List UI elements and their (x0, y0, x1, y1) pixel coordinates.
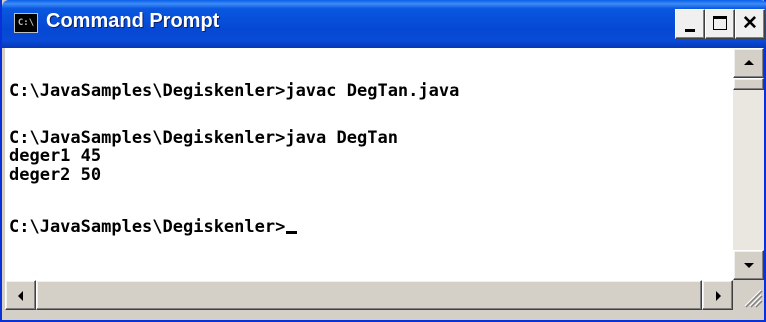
close-icon: ✕ (742, 13, 758, 34)
scroll-up-button[interactable] (733, 48, 764, 78)
vertical-scrollbar[interactable] (733, 48, 764, 280)
scroll-left-button[interactable] (5, 280, 36, 310)
left-arrow-icon (18, 291, 23, 301)
command-prompt-icon[interactable]: C:\ (14, 13, 38, 33)
maximize-icon (713, 16, 727, 30)
right-arrow-icon (716, 291, 721, 301)
resize-grip[interactable] (733, 280, 764, 310)
up-arrow-icon (744, 60, 754, 65)
prompt-line: C:\JavaSamples\Degiskenler> (9, 217, 298, 237)
minimize-button[interactable] (675, 9, 705, 39)
resize-grip-icon (744, 289, 763, 308)
prompt-text: C:\JavaSamples\Degiskenler> (9, 217, 286, 237)
scroll-right-button[interactable] (702, 280, 733, 310)
console-line: C:\JavaSamples\Degiskenler>javac DegTan.… (9, 81, 460, 101)
maximize-button[interactable] (705, 9, 735, 39)
console-line: deger1 45 (9, 146, 102, 166)
console-line: deger2 50 (9, 165, 102, 185)
console-output[interactable]: C:\JavaSamples\Degiskenler>javac DegTan.… (5, 48, 733, 280)
console-line: C:\JavaSamples\Degiskenler>java DegTan (9, 128, 398, 148)
text-cursor (286, 231, 298, 234)
horizontal-scrollbar[interactable] (5, 280, 733, 310)
minimize-icon (685, 29, 695, 32)
vertical-scroll-thumb[interactable] (733, 78, 764, 90)
horizontal-scroll-thumb[interactable] (36, 280, 702, 310)
close-button[interactable]: ✕ (735, 9, 765, 39)
command-prompt-window: C:\ Command Prompt ✕ C:\JavaSamples\Degi… (0, 0, 766, 322)
down-arrow-icon (744, 263, 754, 268)
scroll-down-button[interactable] (733, 250, 764, 280)
window-title: Command Prompt (46, 10, 220, 32)
title-bar[interactable]: C:\ Command Prompt ✕ (2, 0, 766, 48)
